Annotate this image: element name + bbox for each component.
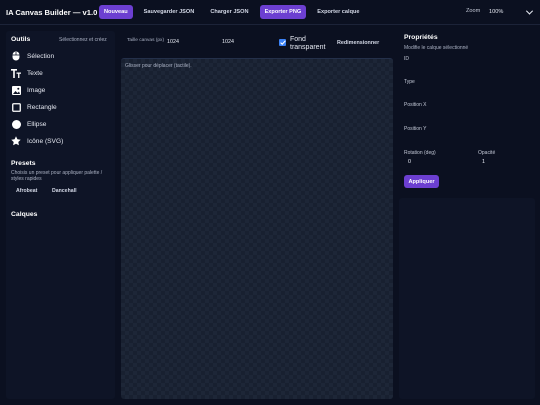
canvas-width-input[interactable]: 1024 [167, 39, 211, 49]
canvas-size-label: Taille canvas (px) [127, 38, 165, 43]
transparent-checkbox[interactable] [279, 39, 286, 46]
canvas-area: Taille canvas (px) 1024 1024 Fond transp… [121, 31, 393, 399]
new-button[interactable]: Nouveau [99, 5, 133, 19]
preset-dancehall-button[interactable]: Dancehall [52, 188, 77, 194]
check-icon [279, 40, 286, 45]
export-layer-button[interactable]: Exporter calque [312, 5, 364, 19]
tool-label: Image [27, 86, 46, 94]
rotation-label: Rotation (deg) [404, 150, 436, 156]
circle-icon [11, 119, 21, 129]
app-title: IA Canvas Builder — v1.0 [6, 7, 98, 17]
layers-title: Calques [11, 211, 38, 218]
text-icon [11, 68, 21, 78]
position-x-label: Position X [404, 102, 427, 108]
tools-title: Outils [11, 36, 31, 43]
save-json-button[interactable]: Sauvegarder JSON [139, 5, 200, 19]
presets-subtitle: Choisis un preset pour appliquer palette… [11, 170, 103, 182]
rotation-input[interactable]: 0 [408, 159, 468, 165]
mouse-icon [11, 51, 21, 61]
drawing-canvas[interactable]: Glisser pour déplacer (tactile). [121, 58, 393, 399]
square-icon [11, 102, 21, 112]
canvas-hint: Glisser pour déplacer (tactile). [125, 63, 192, 69]
resize-button[interactable]: Redimensionner [337, 40, 379, 46]
canvas-size-row: Taille canvas (px) 1024 1024 Fond transp… [121, 31, 393, 57]
zoom-select[interactable]: 100% [486, 6, 534, 18]
position-y-label: Position Y [404, 126, 427, 132]
canvas-height-input[interactable]: 1024 [222, 39, 266, 49]
tool-svg-icon[interactable]: Icône (SVG) [11, 134, 111, 148]
tools-subtitle: Sélectionnez et créez [59, 37, 107, 43]
image-icon [11, 85, 21, 95]
tool-image[interactable]: Image [11, 83, 111, 97]
opacity-label: Opacité [478, 150, 496, 156]
tool-selection[interactable]: Sélection [11, 49, 111, 63]
tool-text[interactable]: Texte [11, 66, 111, 80]
zoom-value: 100% [489, 9, 504, 15]
export-png-button[interactable]: Exporter PNG [259, 5, 307, 19]
opacity-input[interactable]: 1 [482, 159, 530, 165]
chevron-down-icon [525, 7, 534, 15]
tool-label: Ellipse [27, 120, 47, 128]
transparent-label: Fond transparent [290, 36, 326, 51]
zoom-label: Zoom [466, 8, 481, 14]
presets-title: Presets [11, 160, 36, 167]
apply-button[interactable]: Appliquer [404, 175, 439, 188]
tool-label: Rectangle [27, 103, 57, 111]
tool-label: Texte [27, 69, 43, 77]
id-label: ID [404, 56, 409, 62]
tool-label: Icône (SVG) [27, 137, 64, 145]
top-toolbar: IA Canvas Builder — v1.0 Nouveau Sauvega… [0, 0, 540, 25]
properties-subtitle: Modifie le calque sélectionné [404, 45, 469, 51]
load-json-button[interactable]: Charger JSON [205, 5, 253, 19]
tool-rectangle[interactable]: Rectangle [11, 100, 111, 114]
star-icon [11, 136, 21, 146]
right-sidebar-lower [399, 198, 535, 399]
tool-label: Sélection [27, 52, 55, 60]
left-sidebar: Outils Sélectionnez et créez Sélection T… [6, 31, 115, 399]
preset-afrobeat-button[interactable]: Afrobeat [16, 188, 37, 194]
type-label: Type [404, 79, 415, 85]
tool-ellipse[interactable]: Ellipse [11, 117, 111, 131]
properties-title: Propriétés [404, 34, 438, 41]
